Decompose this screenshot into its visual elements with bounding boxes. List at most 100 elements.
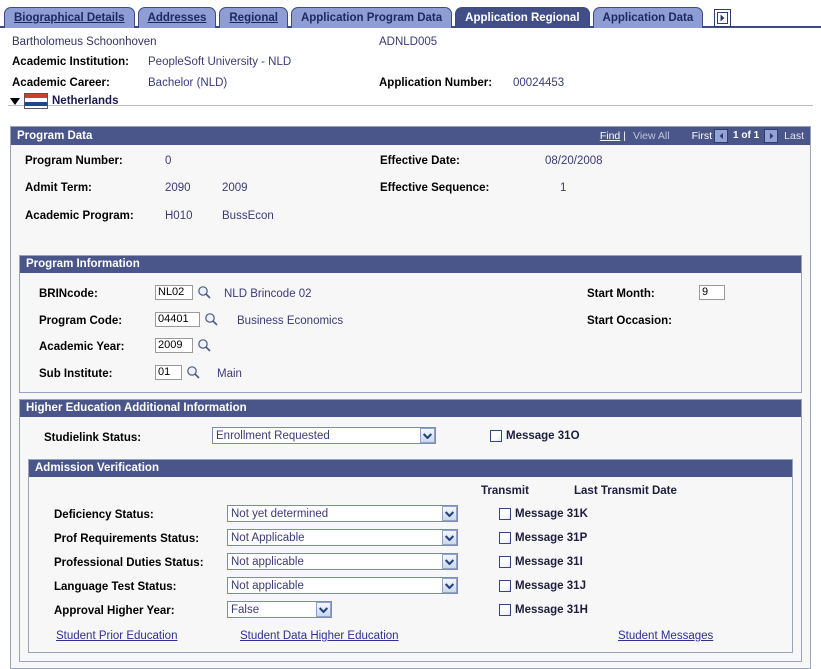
- tab-application-regional-label: Application Regional: [465, 12, 579, 24]
- brincode-input[interactable]: [155, 285, 193, 300]
- message-31j-checkbox-row[interactable]: Message 31J: [499, 580, 586, 592]
- deficiency-status-label: Deficiency Status:: [54, 509, 154, 521]
- person-header: Bartholomeus Schoonhoven ADNLD005 Academ…: [0, 28, 821, 106]
- student-data-higher-education-link[interactable]: Student Data Higher Education: [240, 630, 399, 642]
- view-all-link[interactable]: View All: [629, 127, 670, 145]
- program-number-label: Program Number:: [25, 155, 123, 167]
- row-navigation: Find | View All First 1 of 1 Last: [600, 127, 804, 145]
- message-31k-checkbox[interactable]: [499, 508, 511, 520]
- tab-application-program-data[interactable]: Application Program Data: [291, 7, 452, 28]
- message-31p-checkbox[interactable]: [499, 532, 511, 544]
- last-transmit-date-column-header: Last Transmit Date: [574, 485, 677, 497]
- brincode-description: NLD Brincode 02: [224, 288, 312, 300]
- tab-strip: Biographical Details Addresses Regional …: [0, 0, 821, 28]
- nav-separator: |: [620, 127, 629, 145]
- tab-application-program-data-label: Application Program Data: [301, 12, 442, 24]
- start-occasion-label: Start Occasion:: [587, 315, 672, 327]
- brincode-magnifier-lookup-icon[interactable]: [197, 285, 212, 300]
- approval-higher-year-label: Approval Higher Year:: [54, 605, 175, 617]
- next-row-arrow-icon[interactable]: [764, 129, 778, 143]
- message-31h-checkbox-row[interactable]: Message 31H: [499, 604, 588, 616]
- message-31i-checkbox-row[interactable]: Message 31I: [499, 556, 583, 568]
- program-code-magnifier-lookup-icon[interactable]: [204, 312, 219, 327]
- admission-verification-section: Admission Verification Transmit Last Tra…: [28, 459, 793, 653]
- message-31h-checkbox[interactable]: [499, 604, 511, 616]
- sub-institute-input[interactable]: [155, 365, 182, 380]
- studielink-status-select[interactable]: Enrollment Requested: [212, 427, 436, 444]
- message-31j-checkbox[interactable]: [499, 580, 511, 592]
- higher-education-title: Higher Education Additional Information: [20, 400, 801, 417]
- chevron-down-icon[interactable]: [316, 602, 331, 617]
- tab-application-data[interactable]: Application Data: [593, 7, 704, 28]
- last-label[interactable]: Last: [780, 127, 804, 145]
- message-31h-label: Message 31H: [515, 604, 588, 616]
- prof-requirements-status-label: Prof Requirements Status:: [54, 533, 199, 545]
- message-31i-checkbox[interactable]: [499, 556, 511, 568]
- chevron-down-icon[interactable]: [442, 578, 457, 593]
- row-counter: 1 of 1: [730, 127, 762, 145]
- start-month-input[interactable]: [699, 285, 725, 300]
- approval-higher-year-value: False: [231, 604, 259, 616]
- person-id: ADNLD005: [379, 36, 437, 48]
- netherlands-flag-icon: [24, 93, 48, 109]
- sub-institute-label: Sub Institute:: [39, 368, 112, 380]
- tab-application-regional[interactable]: Application Regional: [455, 7, 589, 28]
- program-code-description: Business Economics: [237, 315, 343, 327]
- academic-institution-value: PeopleSoft University - NLD: [148, 56, 291, 68]
- message-31j-label: Message 31J: [515, 580, 586, 592]
- professional-duties-status-select[interactable]: Not applicable: [227, 553, 458, 570]
- message-31p-checkbox-row[interactable]: Message 31P: [499, 532, 587, 544]
- tab-biographical-details[interactable]: Biographical Details: [4, 7, 135, 28]
- admit-term-label: Admit Term:: [25, 182, 92, 194]
- tab-regional-label: Regional: [229, 12, 278, 24]
- person-name: Bartholomeus Schoonhoven: [12, 36, 157, 48]
- academic-career-label: Academic Career:: [12, 77, 110, 89]
- message-31k-checkbox-row[interactable]: Message 31K: [499, 508, 588, 520]
- application-number-label: Application Number:: [379, 77, 492, 89]
- tab-application-data-label: Application Data: [603, 12, 694, 24]
- academic-institution-label: Academic Institution:: [12, 56, 129, 68]
- country-row[interactable]: Netherlands: [10, 93, 118, 109]
- sub-institute-magnifier-lookup-icon[interactable]: [186, 365, 201, 380]
- tab-regional[interactable]: Regional: [219, 7, 288, 28]
- chevron-down-icon[interactable]: [442, 530, 457, 545]
- academic-year-label: Academic Year:: [39, 341, 124, 353]
- program-code-input[interactable]: [155, 312, 200, 327]
- studielink-status-value: Enrollment Requested: [216, 430, 330, 442]
- country-label: Netherlands: [52, 95, 118, 107]
- approval-higher-year-select[interactable]: False: [227, 601, 332, 618]
- chevron-down-icon[interactable]: [442, 554, 457, 569]
- academic-career-value: Bachelor (NLD): [148, 77, 227, 89]
- higher-education-section: Higher Education Additional Information …: [19, 399, 802, 662]
- student-messages-link[interactable]: Student Messages: [618, 630, 713, 642]
- transmit-column-header: Transmit: [481, 485, 529, 497]
- header-divider: [8, 105, 813, 106]
- academic-year-magnifier-lookup-icon[interactable]: [197, 338, 212, 353]
- program-data-body: Program Number: 0 Effective Date: 08/20/…: [11, 145, 810, 255]
- effective-sequence-label: Effective Sequence:: [380, 182, 489, 194]
- deficiency-status-select[interactable]: Not yet determined: [227, 505, 458, 522]
- previous-row-arrow-icon[interactable]: [714, 129, 728, 143]
- language-test-status-select[interactable]: Not applicable: [227, 577, 458, 594]
- program-code-label: Program Code:: [39, 315, 122, 327]
- chevron-down-icon[interactable]: [442, 506, 457, 521]
- program-data-titlebar: Program Data Find | View All First 1 of …: [11, 127, 810, 145]
- tab-addresses[interactable]: Addresses: [138, 7, 217, 28]
- start-month-label: Start Month:: [587, 288, 655, 300]
- admit-term-code: 2090: [165, 182, 191, 194]
- student-prior-education-link[interactable]: Student Prior Education: [56, 630, 177, 642]
- effective-date-value: 08/20/2008: [545, 155, 603, 167]
- find-link[interactable]: Find: [600, 127, 620, 145]
- prof-requirements-status-select[interactable]: Not Applicable: [227, 529, 458, 546]
- prof-requirements-status-value: Not Applicable: [231, 532, 305, 544]
- program-information-body: BRINcode: NLD Brincode 02 Program Code: …: [20, 273, 801, 392]
- triangle-down-icon[interactable]: [10, 98, 20, 105]
- deficiency-status-value: Not yet determined: [231, 508, 328, 520]
- academic-year-input[interactable]: [155, 338, 193, 353]
- chevron-down-icon[interactable]: [420, 428, 435, 443]
- academic-program-label: Academic Program:: [25, 210, 134, 222]
- message-310-checkbox-row[interactable]: Message 31O: [490, 430, 580, 442]
- message-310-checkbox[interactable]: [490, 430, 502, 442]
- next-tab-arrow-icon[interactable]: [714, 9, 731, 27]
- first-label[interactable]: First: [670, 127, 712, 145]
